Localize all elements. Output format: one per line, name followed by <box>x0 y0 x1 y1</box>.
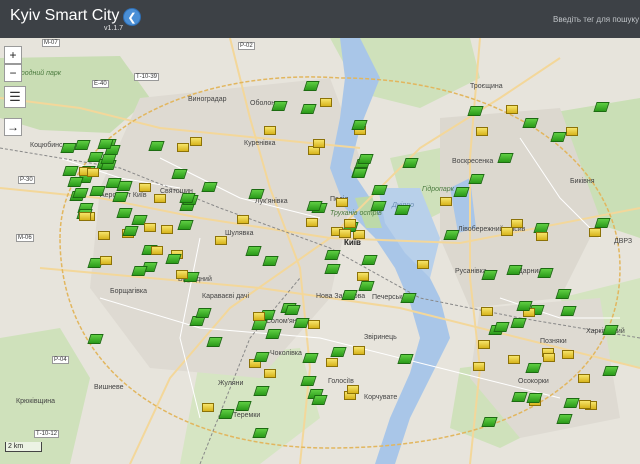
bus-marker-icon[interactable] <box>144 223 156 232</box>
bus-marker-icon[interactable] <box>336 198 348 207</box>
bus-marker-icon[interactable] <box>440 197 452 206</box>
chevron-left-icon[interactable]: ❮ <box>123 8 141 26</box>
bus-marker-icon[interactable] <box>253 312 265 321</box>
bus-marker-icon[interactable] <box>578 374 590 383</box>
bus-marker-icon[interactable] <box>339 229 351 238</box>
bus-marker-icon[interactable] <box>313 139 325 148</box>
layers-icon[interactable]: ☰ <box>4 86 26 108</box>
bus-marker-icon[interactable] <box>506 105 518 114</box>
bus-marker-icon[interactable] <box>357 272 369 281</box>
bus-marker-icon[interactable] <box>579 400 591 409</box>
tag-search-input[interactable] <box>548 11 640 27</box>
bus-marker-icon[interactable] <box>139 183 151 192</box>
bus-marker-icon[interactable] <box>215 236 227 245</box>
bus-marker-icon[interactable] <box>536 232 548 241</box>
bus-marker-icon[interactable] <box>308 320 320 329</box>
bus-marker-icon[interactable] <box>326 358 338 367</box>
zoom-out-button[interactable]: − <box>4 64 22 82</box>
bus-marker-icon[interactable] <box>589 228 601 237</box>
bus-marker-icon[interactable] <box>347 385 359 394</box>
app-header: Kyiv Smart City v1.1.7 ❮ <box>0 0 640 38</box>
bus-marker-icon[interactable] <box>478 340 490 349</box>
bus-marker-icon[interactable] <box>562 350 574 359</box>
bus-marker-icon[interactable] <box>190 137 202 146</box>
bus-marker-icon[interactable] <box>154 194 166 203</box>
bus-marker-icon[interactable] <box>306 218 318 227</box>
bus-marker-icon[interactable] <box>481 307 493 316</box>
bus-marker-icon[interactable] <box>237 215 249 224</box>
bus-marker-icon[interactable] <box>79 212 91 221</box>
bus-marker-icon[interactable] <box>508 355 520 364</box>
app-version: v1.1.7 <box>104 25 124 32</box>
zoom-in-button[interactable]: + <box>4 46 22 64</box>
bus-marker-icon[interactable] <box>151 246 163 255</box>
scale-bar: 2 km <box>5 442 43 452</box>
bus-marker-icon[interactable] <box>202 403 214 412</box>
bus-marker-icon[interactable] <box>264 369 276 378</box>
bus-marker-icon[interactable] <box>566 127 578 136</box>
city-map[interactable]: Київ Поділ Оболонь Троєщина Виноградар К… <box>0 38 640 464</box>
bus-marker-icon[interactable] <box>473 362 485 371</box>
bus-marker-icon[interactable] <box>353 346 365 355</box>
bus-marker-icon[interactable] <box>87 168 99 177</box>
bus-marker-icon[interactable] <box>98 231 110 240</box>
bus-marker-icon[interactable] <box>476 127 488 136</box>
bus-marker-icon[interactable] <box>320 98 332 107</box>
bus-marker-icon[interactable] <box>264 126 276 135</box>
app-title: Kyiv Smart City <box>10 7 120 24</box>
bus-marker-icon[interactable] <box>344 219 356 228</box>
bus-marker-icon[interactable] <box>417 260 429 269</box>
bus-marker-icon[interactable] <box>176 270 188 279</box>
bus-marker-icon[interactable] <box>161 225 173 234</box>
bus-marker-icon[interactable] <box>501 227 513 236</box>
export-arrow-icon[interactable]: → <box>4 118 22 136</box>
bus-marker-icon[interactable] <box>100 256 112 265</box>
bus-marker-icon[interactable] <box>543 353 555 362</box>
bus-marker-icon[interactable] <box>177 143 189 152</box>
